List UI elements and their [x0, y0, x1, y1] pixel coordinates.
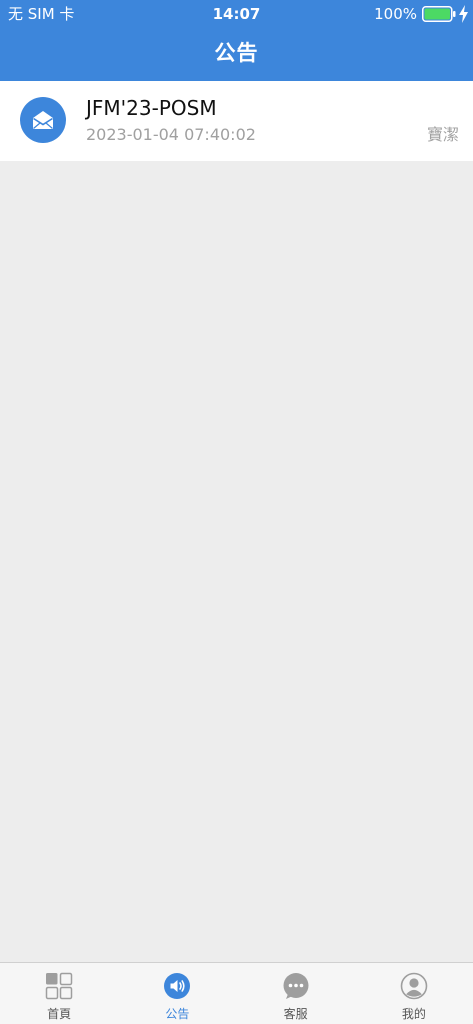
- speaker-icon: [164, 973, 191, 999]
- announcement-author: 寶潔: [426, 125, 459, 144]
- tab-customer-service[interactable]: 客服: [237, 963, 355, 1024]
- announcement-title: JFM'23-POSM: [86, 96, 217, 120]
- tab-home-label: 首頁: [47, 1007, 72, 1021]
- tab-profile-label: 我的: [401, 1007, 426, 1021]
- tab-customer-service-label: 客服: [283, 1007, 308, 1021]
- envelope-open-icon: [20, 97, 66, 143]
- tab-profile[interactable]: 我的: [355, 963, 473, 1024]
- chat-bubble-icon: [283, 973, 309, 999]
- announcement-item[interactable]: JFM'23-POSM 2023-01-04 07:40:02 寶潔: [0, 81, 473, 161]
- battery-icon: [422, 6, 456, 22]
- bottom-tab-bar: 首頁 公告 客服 我的: [0, 962, 473, 1024]
- app-header: 无 SIM 卡 14:07 100% 公告: [0, 0, 473, 81]
- user-icon: [400, 972, 428, 1000]
- grid-icon: [45, 972, 73, 1000]
- status-bar: 无 SIM 卡 14:07 100%: [0, 0, 473, 28]
- tab-home[interactable]: 首頁: [0, 963, 118, 1024]
- announcement-list: JFM'23-POSM 2023-01-04 07:40:02 寶潔: [0, 81, 473, 161]
- announcement-datetime: 2023-01-04 07:40:02: [86, 125, 256, 144]
- tab-announcements-label: 公告: [165, 1007, 190, 1021]
- charging-bolt-icon: [459, 5, 468, 23]
- battery-percentage: 100%: [374, 5, 417, 23]
- tab-announcements[interactable]: 公告: [118, 963, 236, 1024]
- page-title: 公告: [214, 41, 259, 65]
